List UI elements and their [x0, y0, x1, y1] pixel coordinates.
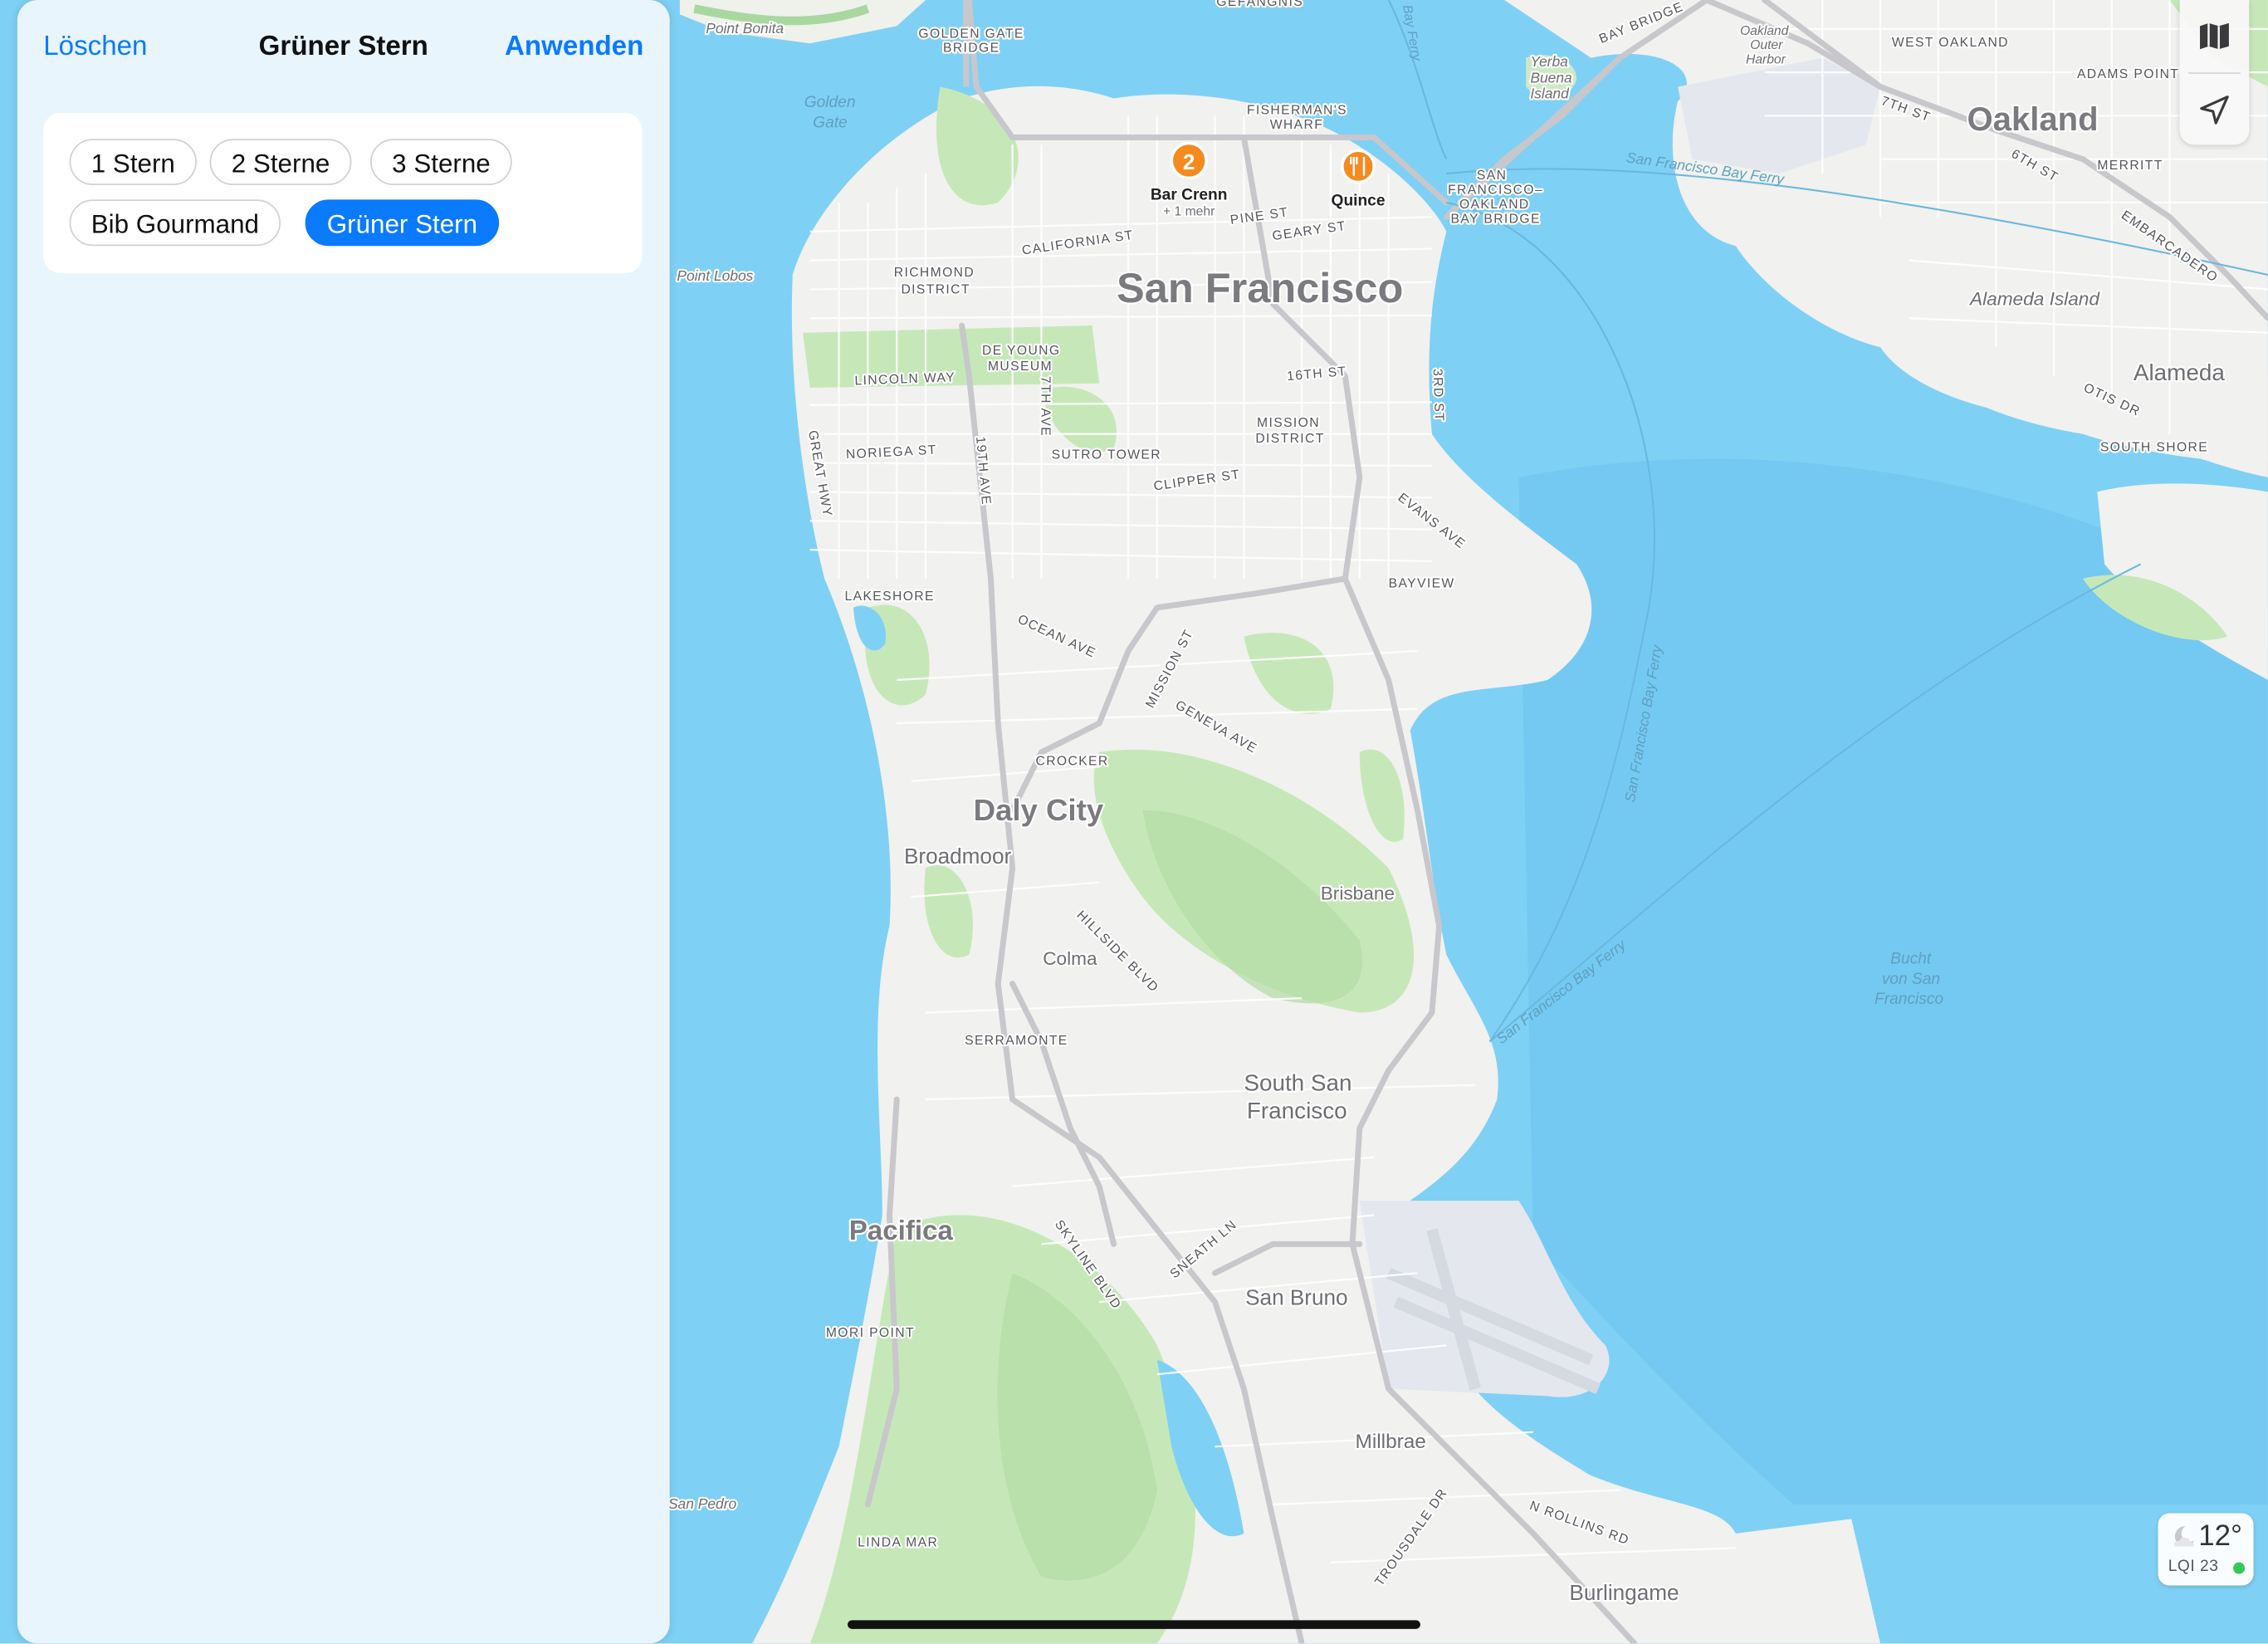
label-lakeshore: LAKESHORE [845, 590, 935, 604]
panel-header: Löschen Grüner Stern Anwenden [17, 0, 670, 101]
label-de-young-2: MUSEUM [988, 360, 1053, 374]
label-south-sf-2: Francisco [1247, 1098, 1347, 1123]
moon-cloud-icon [2173, 1526, 2195, 1547]
screen: San Francisco Oakland Alameda Alameda Is… [0, 0, 2268, 1644]
apply-button[interactable]: Anwenden [505, 32, 643, 63]
label-richmond-1: RICHMOND [894, 266, 975, 280]
label-serramonte: SERRAMONTE [965, 1034, 1068, 1048]
label-gg-bridge-1: GOLDEN GATE [918, 27, 1024, 41]
label-adams-point: ADAMS POINT [2077, 67, 2179, 81]
quince-pin-label: Quince [1332, 192, 1386, 209]
chip-3-sterne[interactable]: 3 Sterne [370, 139, 512, 186]
map-icon [2200, 22, 2229, 50]
label-oakland-outer-1: Oakland [1740, 24, 1790, 38]
cluster-pin-sublabel: + 1 mehr [1163, 205, 1215, 219]
label-colma: Colma [1043, 948, 1097, 969]
label-yerba-2: Buena [1530, 69, 1572, 86]
label-millbrae: Millbrae [1356, 1431, 1426, 1453]
location-arrow-icon [2200, 95, 2229, 125]
label-bucht-1: Bucht [1890, 950, 1932, 967]
label-fishermans-2: WHARF [1270, 118, 1323, 132]
locate-me-button[interactable] [2180, 74, 2250, 146]
chip-2-sterne[interactable]: 2 Sterne [209, 139, 352, 186]
label-bayview: BAYVIEW [1389, 576, 1455, 590]
label-alameda-island-1: Alameda Island [1968, 289, 2100, 310]
label-bay-bridge-sf-1: SAN [1477, 169, 1507, 183]
quince-pin-circle[interactable] [1341, 149, 1376, 184]
label-golden-gate-2: Gate [813, 114, 848, 131]
label-mori-point: MORI POINT [826, 1326, 915, 1340]
label-3rd-st: 3RD ST [1430, 369, 1446, 423]
label-brisbane: Brisbane [1321, 883, 1395, 904]
home-indicator[interactable] [847, 1620, 1420, 1629]
aqi-status-dot [2233, 1562, 2246, 1574]
label-yerba-3: Island [1530, 85, 1570, 101]
label-gefangnis: GEFÄNGNIS [1216, 0, 1303, 9]
label-gg-bridge-2: BRIDGE [943, 42, 1000, 56]
label-merritt: MERRITT [2097, 159, 2163, 173]
label-point-lobos: Point Lobos [677, 267, 753, 284]
label-crocker: CROCKER [1035, 755, 1108, 769]
chip-bib-gourmand[interactable]: Bib Gourmand [69, 199, 281, 247]
label-bay-bridge-sf-3: OAKLAND [1459, 198, 1530, 212]
label-richmond-2: DISTRICT [901, 283, 970, 297]
label-mission-1: MISSION [1257, 416, 1320, 430]
air-quality-index: LQI 23 [2168, 1558, 2219, 1576]
chip-1-stern[interactable]: 1 Stern [69, 139, 198, 186]
label-san-pedro: San Pedro [668, 1495, 737, 1512]
map-controls [2179, 0, 2250, 146]
label-san-bruno: San Bruno [1245, 1285, 1347, 1310]
label-daly-city: Daly City [974, 793, 1104, 827]
label-de-young-1: DE YOUNG [982, 344, 1060, 358]
label-oakland-outer-2: Outer [1750, 38, 1783, 52]
cluster-pin-count: 2 [1183, 149, 1195, 174]
label-linda-mar: LINDA MAR [858, 1536, 938, 1550]
label-bucht-3: Francisco [1875, 991, 1943, 1008]
label-south-shore: SOUTH SHORE [2100, 441, 2208, 455]
label-7th-ave: 7TH AVE [1038, 376, 1052, 437]
weather-temperature: 12° [2198, 1520, 2243, 1553]
label-broadmoor: Broadmoor [904, 844, 1012, 868]
label-golden-gate-1: Golden [804, 94, 856, 111]
label-oakland-outer-3: Harbor [1746, 53, 1787, 67]
label-yerba-1: Yerba [1530, 53, 1568, 70]
label-alameda: Alameda [2134, 360, 2225, 385]
label-south-sf-1: South San [1244, 1070, 1352, 1096]
label-fishermans-1: FISHERMAN'S [1247, 104, 1347, 118]
chip-gruener-stern[interactable]: Grüner Stern [305, 199, 500, 247]
label-bay-bridge-sf-4: BAY BRIDGE [1451, 212, 1541, 226]
label-sutro-tower: SUTRO TOWER [1052, 448, 1161, 462]
label-oakland: Oakland [1967, 101, 2099, 138]
michelin-filter-panel: Löschen Grüner Stern Anwenden 1 Stern 2 … [17, 0, 670, 1644]
label-bay-bridge-sf-2: FRANCISCO– [1448, 183, 1543, 197]
weather-widget[interactable]: 12° LQI 23 [2158, 1513, 2254, 1586]
filter-chip-group: 1 Stern 2 Sterne 3 Sterne Bib Gourmand G… [43, 112, 643, 274]
label-bucht-2: von San [1882, 971, 1940, 988]
cluster-pin-label: Bar Crenn [1151, 186, 1228, 203]
label-burlingame: Burlingame [1569, 1580, 1679, 1605]
map-mode-button[interactable] [2180, 0, 2250, 72]
label-mission-2: DISTRICT [1255, 432, 1324, 446]
label-san-francisco: San Francisco [1117, 264, 1403, 311]
label-pacifica: Pacifica [849, 1216, 954, 1246]
label-point-bonita: Point Bonita [706, 20, 784, 37]
label-west-oakland: WEST OAKLAND [1892, 36, 2009, 50]
